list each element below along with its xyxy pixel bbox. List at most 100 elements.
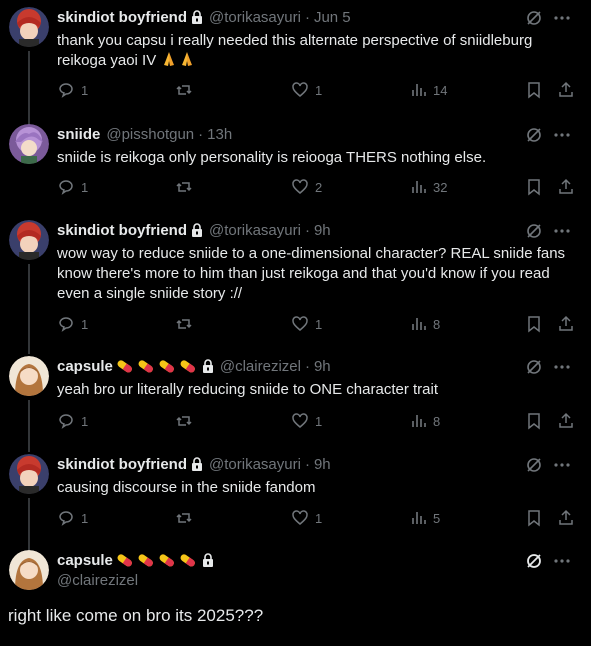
avatar[interactable] xyxy=(9,356,49,396)
bookmark-button[interactable] xyxy=(525,314,543,334)
grok-icon[interactable] xyxy=(525,9,543,27)
views-icon xyxy=(412,84,426,96)
reply-icon xyxy=(59,180,73,195)
retweet-button[interactable] xyxy=(175,508,193,528)
avatar[interactable] xyxy=(9,7,49,47)
reply-button[interactable]: 1 xyxy=(57,508,88,528)
handle[interactable]: @clairezizel xyxy=(57,572,577,589)
thread-line xyxy=(28,51,30,131)
grok-icon[interactable] xyxy=(525,126,543,144)
reply-button[interactable]: 1 xyxy=(57,314,88,334)
retweet-button[interactable] xyxy=(175,80,193,100)
share-button[interactable] xyxy=(557,80,575,100)
praying-hands-icon xyxy=(178,51,196,67)
like-button[interactable]: 1 xyxy=(291,314,322,334)
bookmark-button[interactable] xyxy=(525,177,543,197)
thread-line xyxy=(28,498,30,550)
reply-icon xyxy=(59,317,73,332)
post-text: thank you capsu i really needed this alt… xyxy=(57,32,533,69)
views-button[interactable]: 5 xyxy=(409,508,440,528)
reply-icon xyxy=(59,414,73,429)
thread-line xyxy=(28,264,30,354)
like-icon xyxy=(292,510,308,525)
handle[interactable]: @torikasayuri xyxy=(209,456,301,473)
display-name[interactable]: skindiot boyfriend xyxy=(57,9,187,26)
handle[interactable]: @clairezizel xyxy=(220,358,301,375)
views-button[interactable]: 8 xyxy=(409,411,440,431)
more-icon[interactable] xyxy=(553,358,571,376)
pill-icon xyxy=(178,358,198,374)
post-actions: 1 1 8 xyxy=(57,411,577,431)
more-icon[interactable] xyxy=(553,126,571,144)
more-icon[interactable] xyxy=(553,9,571,27)
timestamp[interactable]: 9h xyxy=(314,456,331,473)
more-icon[interactable] xyxy=(553,222,571,240)
retweet-icon xyxy=(176,513,192,523)
reply-icon xyxy=(59,83,73,98)
pill-icon xyxy=(115,552,135,568)
post-text: wow way to reduce sniide to a one-dimens… xyxy=(57,245,566,302)
views-button[interactable]: 32 xyxy=(409,177,447,197)
share-button[interactable] xyxy=(557,508,575,528)
handle[interactable]: @torikasayuri xyxy=(209,222,301,239)
like-icon xyxy=(292,82,308,97)
timestamp[interactable]: 9h xyxy=(314,222,331,239)
share-button[interactable] xyxy=(557,177,575,197)
share-button[interactable] xyxy=(557,314,575,334)
share-icon xyxy=(559,412,573,428)
retweet-button[interactable] xyxy=(175,314,193,334)
share-button[interactable] xyxy=(557,411,575,431)
share-icon xyxy=(559,315,573,331)
lock-icon xyxy=(191,10,203,24)
retweet-icon xyxy=(176,182,192,192)
more-icon[interactable] xyxy=(553,456,571,474)
bookmark-icon xyxy=(528,510,540,527)
reply-button[interactable]: 1 xyxy=(57,80,88,100)
praying-hands-icon xyxy=(160,51,178,67)
retweet-button[interactable] xyxy=(175,411,193,431)
display-name[interactable]: sniide xyxy=(57,126,100,143)
more-icon[interactable] xyxy=(553,552,571,570)
bookmark-icon xyxy=(528,413,540,430)
avatar[interactable] xyxy=(9,454,49,494)
like-button[interactable]: 1 xyxy=(291,80,322,100)
lock-icon xyxy=(191,223,203,237)
retweet-button[interactable] xyxy=(175,177,193,197)
pill-icon xyxy=(136,358,156,374)
pill-icon xyxy=(157,358,177,374)
views-button[interactable]: 8 xyxy=(409,314,440,334)
bookmark-button[interactable] xyxy=(525,508,543,528)
timestamp[interactable]: 9h xyxy=(314,358,331,375)
avatar[interactable] xyxy=(9,550,49,590)
bookmark-button[interactable] xyxy=(525,80,543,100)
lock-icon xyxy=(202,553,214,567)
display-name[interactable]: skindiot boyfriend xyxy=(57,222,187,239)
retweet-icon xyxy=(176,319,192,329)
grok-icon[interactable] xyxy=(525,222,543,240)
reply-button[interactable]: 1 xyxy=(57,177,88,197)
retweet-icon xyxy=(176,85,192,95)
avatar[interactable] xyxy=(9,124,49,164)
like-button[interactable]: 1 xyxy=(291,508,322,528)
grok-icon[interactable] xyxy=(525,456,543,474)
timestamp[interactable]: Jun 5 xyxy=(314,9,351,26)
like-button[interactable]: 1 xyxy=(291,411,322,431)
display-name[interactable]: skindiot boyfriend xyxy=(57,456,187,473)
reply-icon xyxy=(59,511,73,526)
views-button[interactable]: 14 xyxy=(409,80,447,100)
post-actions: 1 2 32 xyxy=(57,177,577,197)
avatar[interactable] xyxy=(9,220,49,260)
handle[interactable]: @torikasayuri xyxy=(209,9,301,26)
grok-icon[interactable] xyxy=(525,552,543,570)
handle[interactable]: @pisshotgun xyxy=(106,126,194,143)
grok-icon[interactable] xyxy=(525,358,543,376)
reply-button[interactable]: 1 xyxy=(57,411,88,431)
display-name[interactable]: capsule xyxy=(57,552,113,569)
display-name[interactable]: capsule xyxy=(57,358,113,375)
bookmark-icon xyxy=(528,82,540,99)
like-button[interactable]: 2 xyxy=(291,177,322,197)
bookmark-button[interactable] xyxy=(525,411,543,431)
views-icon xyxy=(412,415,426,427)
pill-icon xyxy=(157,552,177,568)
timestamp[interactable]: 13h xyxy=(207,126,232,143)
